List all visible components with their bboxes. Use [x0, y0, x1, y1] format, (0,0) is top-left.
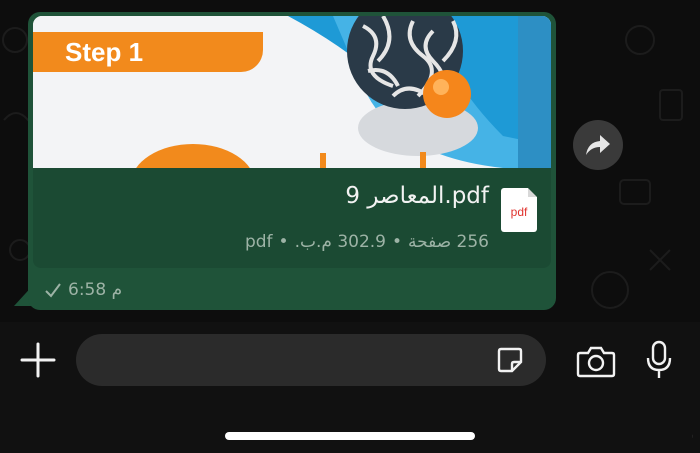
document-preview[interactable]: Step 1 — [33, 16, 551, 168]
forward-icon — [586, 135, 610, 155]
meta-separator: • — [391, 232, 403, 252]
message-status-row: 6:58 م — [44, 280, 122, 300]
pdf-file-icon: pdf — [501, 188, 537, 232]
file-name: المعاصر 9.pdf — [345, 183, 489, 209]
document-card[interactable]: pdf المعاصر 9.pdf 256 صفحة•302.9 م.ب.•pd… — [33, 168, 551, 268]
step-label: Step 1 — [65, 37, 144, 67]
plus-icon[interactable] — [18, 340, 58, 380]
file-size: 302.9 م.ب. — [294, 232, 386, 252]
home-indicator — [225, 432, 475, 440]
check-icon — [45, 283, 61, 298]
sticker-icon[interactable] — [496, 346, 524, 374]
message-input[interactable] — [76, 334, 546, 386]
file-pages: 256 صفحة — [408, 232, 489, 252]
meta-separator: • — [278, 232, 289, 252]
message-bubble[interactable]: Step 1 pdf المعاصر 9.pdf 256 صفحة•302.9 … — [28, 12, 556, 310]
message-time: 6:58 م — [68, 280, 123, 300]
pdf-icon-label: pdf — [510, 205, 528, 219]
forward-button[interactable] — [573, 120, 623, 170]
camera-icon[interactable] — [576, 344, 616, 378]
microphone-icon[interactable] — [644, 340, 674, 380]
haraj-watermark-logo: حراج — [691, 422, 693, 450]
chat-area: Step 1 pdf المعاصر 9.pdf 256 صفحة•302.9 … — [0, 0, 700, 322]
file-type: pdf — [244, 232, 273, 252]
file-meta: 256 صفحة•302.9 م.ب.•pdf — [245, 232, 489, 252]
svg-text:حراج: حراج — [691, 422, 693, 450]
